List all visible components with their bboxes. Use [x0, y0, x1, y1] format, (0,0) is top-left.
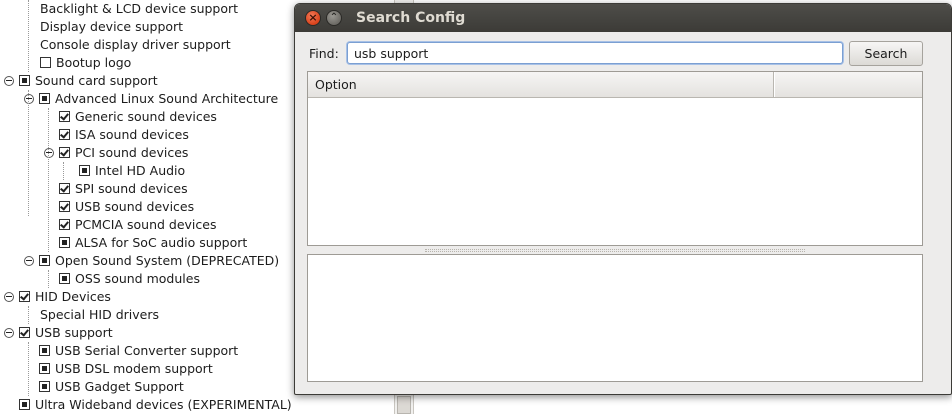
tree-item-label: PCI sound devices: [75, 145, 189, 160]
option-checkbox[interactable]: [39, 363, 50, 374]
tree-item-label: OSS sound modules: [75, 271, 200, 286]
tree-connector: [48, 270, 49, 288]
pane-splitter-handle[interactable]: [425, 249, 805, 252]
tree-scrollbar-thumb[interactable]: [397, 396, 411, 414]
find-label: Find:: [309, 46, 339, 61]
tree-item-label: Special HID drivers: [40, 307, 159, 322]
search-config-dialog: × ⌃ Search Config Find: Search Option: [294, 3, 952, 395]
tree-item-label: USB Serial Converter support: [55, 343, 239, 358]
tree-item[interactable]: SPI sound devices: [59, 180, 188, 198]
tree-item[interactable]: HID Devices: [4, 288, 111, 306]
option-checkbox[interactable]: [39, 255, 50, 266]
tree-connector: [28, 0, 29, 72]
tree-item-label: HID Devices: [35, 289, 111, 304]
column-header-option[interactable]: Option: [308, 72, 774, 97]
tree-connector: [48, 108, 49, 252]
tree-item[interactable]: Display device support: [40, 18, 183, 36]
option-checkbox[interactable]: [59, 219, 70, 230]
tree-item[interactable]: ISA sound devices: [59, 126, 189, 144]
option-checkbox[interactable]: [59, 111, 70, 122]
collapse-icon[interactable]: [4, 291, 14, 302]
option-checkbox[interactable]: [39, 345, 50, 356]
option-checkbox[interactable]: [19, 399, 30, 410]
tree-item[interactable]: Open Sound System (DEPRECATED): [24, 252, 279, 270]
tree-item-label: Sound card support: [35, 73, 158, 88]
tree-item[interactable]: USB sound devices: [59, 198, 194, 216]
tree-item[interactable]: Backlight & LCD device support: [40, 0, 238, 18]
tree-item[interactable]: Bootup logo: [40, 54, 131, 72]
option-checkbox[interactable]: [59, 147, 70, 158]
tree-item[interactable]: USB support: [4, 324, 113, 342]
column-header-value[interactable]: [774, 72, 922, 97]
dialog-titlebar[interactable]: × ⌃ Search Config: [295, 4, 951, 32]
tree-item[interactable]: ALSA for SoC audio support: [59, 234, 247, 252]
tree-item[interactable]: Special HID drivers: [40, 306, 159, 324]
collapse-icon[interactable]: [24, 255, 34, 266]
tree-item-label: Ultra Wideband devices (EXPERIMENTAL): [35, 397, 292, 412]
tree-item[interactable]: Generic sound devices: [59, 108, 217, 126]
tree-item-label: Backlight & LCD device support: [40, 1, 239, 16]
tree-item-label: Display device support: [40, 19, 184, 34]
tree-connector: [63, 162, 64, 180]
tree-item[interactable]: Console display driver support: [40, 36, 231, 54]
tree-item[interactable]: Sound card support: [4, 72, 158, 90]
tree-item-label: Generic sound devices: [75, 109, 217, 124]
dialog-title: Search Config: [356, 10, 466, 26]
tree-item[interactable]: PCMCIA sound devices: [59, 216, 216, 234]
results-header: Option: [308, 72, 922, 98]
tree-item[interactable]: PCI sound devices: [44, 144, 188, 162]
tree-item-label: Open Sound System (DEPRECATED): [55, 253, 280, 268]
results-list[interactable]: Option: [307, 71, 923, 246]
option-checkbox[interactable]: [59, 237, 70, 248]
collapse-icon[interactable]: [24, 93, 34, 104]
collapse-icon[interactable]: [4, 327, 14, 338]
option-checkbox[interactable]: [19, 291, 30, 302]
tree-item-label: USB DSL modem support: [55, 361, 213, 376]
tree-item[interactable]: OSS sound modules: [59, 270, 200, 288]
option-checkbox[interactable]: [59, 183, 70, 194]
tree-connector: [28, 90, 29, 216]
help-text-pane: [307, 254, 923, 382]
tree-connector: [28, 306, 29, 324]
option-checkbox[interactable]: [79, 165, 90, 176]
collapse-icon[interactable]: [44, 147, 54, 158]
option-checkbox[interactable]: [19, 75, 30, 86]
tree-item-label: USB Gadget Support: [55, 379, 184, 394]
tree-item-label: USB sound devices: [75, 199, 195, 214]
close-icon[interactable]: ×: [305, 10, 321, 26]
search-input[interactable]: [347, 42, 843, 64]
search-button[interactable]: Search: [849, 41, 923, 66]
tree-item-label: Intel HD Audio: [95, 163, 186, 178]
tree-item-label: ALSA for SoC audio support: [75, 235, 248, 250]
tree-item-label: Bootup logo: [56, 55, 132, 70]
minimize-icon[interactable]: ⌃: [326, 10, 342, 26]
tree-item[interactable]: Ultra Wideband devices (EXPERIMENTAL): [19, 396, 292, 414]
tree-item-label: Advanced Linux Sound Architecture: [55, 91, 279, 106]
tree-item[interactable]: USB DSL modem support: [39, 360, 213, 378]
option-checkbox[interactable]: [39, 381, 50, 392]
option-checkbox[interactable]: [40, 57, 51, 68]
tree-item-label: Console display driver support: [40, 37, 231, 52]
tree-item[interactable]: USB Serial Converter support: [39, 342, 238, 360]
option-checkbox[interactable]: [19, 327, 30, 338]
option-checkbox[interactable]: [59, 273, 70, 284]
tree-item[interactable]: Advanced Linux Sound Architecture: [24, 90, 278, 108]
collapse-icon[interactable]: [4, 75, 14, 86]
tree-connector: [28, 342, 29, 396]
option-checkbox[interactable]: [59, 201, 70, 212]
tree-item-label: USB support: [35, 325, 113, 340]
tree-item-label: SPI sound devices: [75, 181, 188, 196]
tree-item-label: PCMCIA sound devices: [75, 217, 217, 232]
tree-item-label: ISA sound devices: [75, 127, 189, 142]
option-checkbox[interactable]: [59, 129, 70, 140]
tree-item[interactable]: Intel HD Audio: [79, 162, 185, 180]
tree-item[interactable]: USB Gadget Support: [39, 378, 184, 396]
option-checkbox[interactable]: [39, 93, 50, 104]
